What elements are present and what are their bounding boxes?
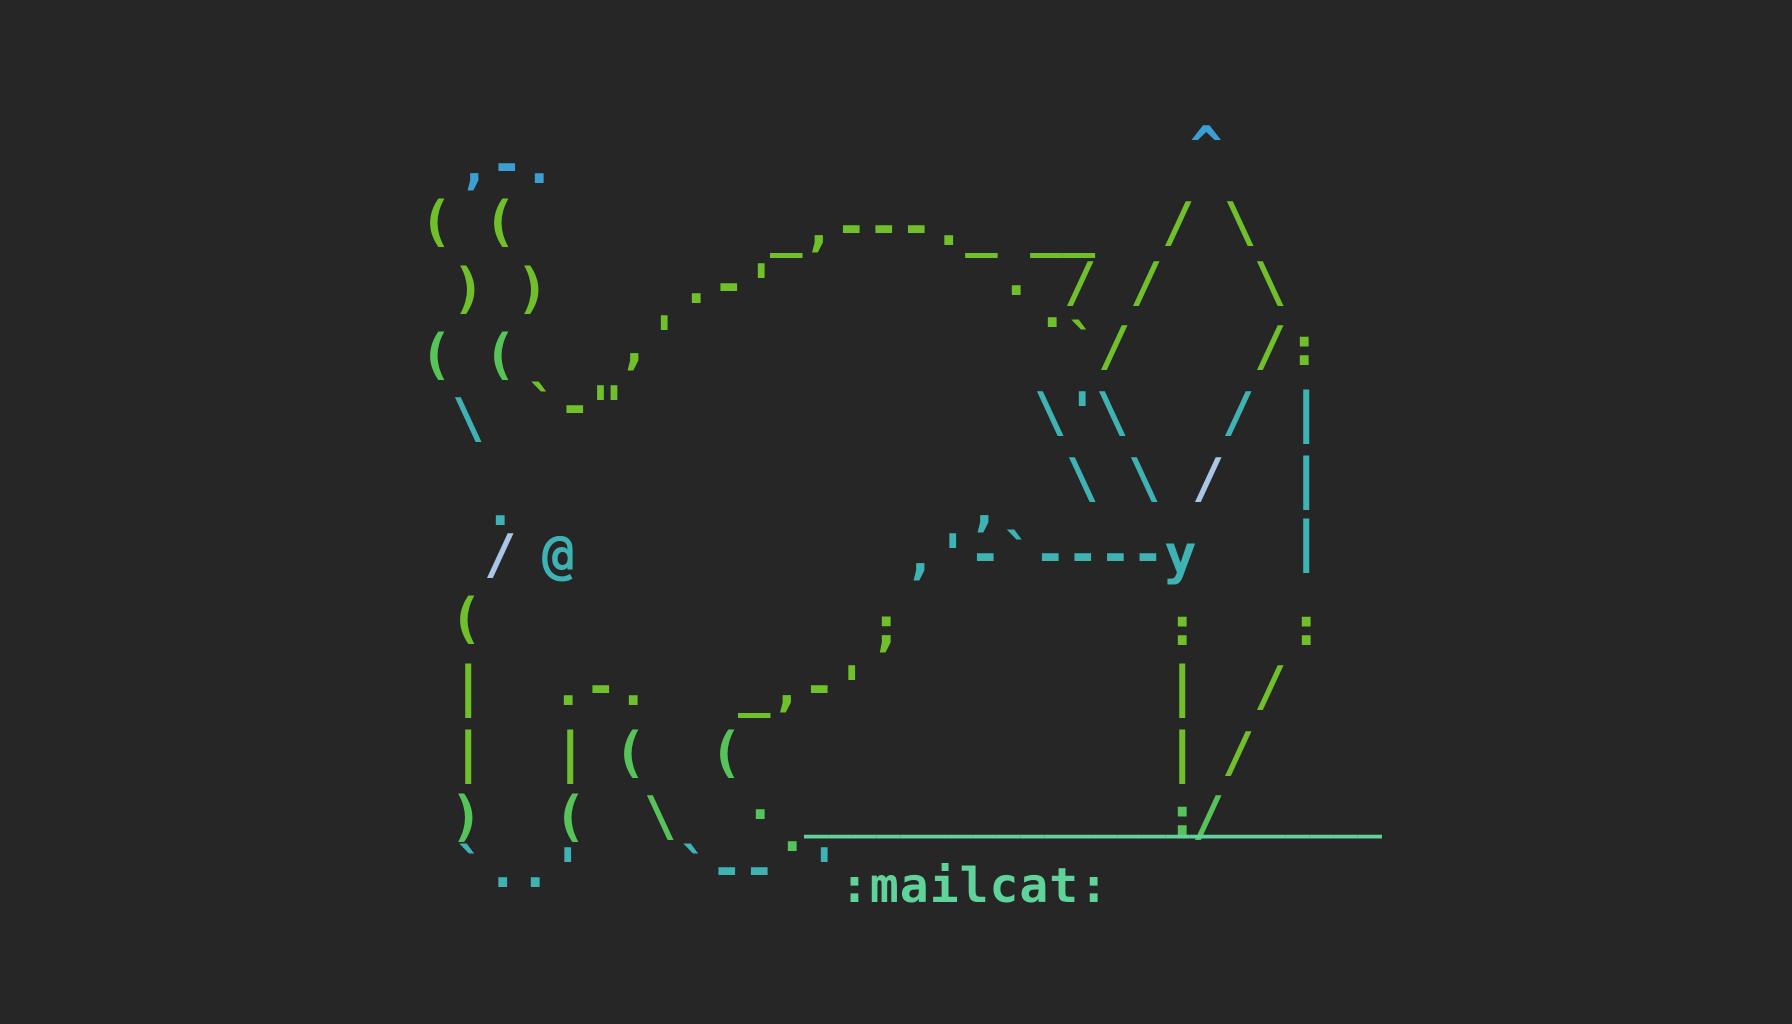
neck-backtick: ` [1066,313,1099,376]
face-slash-1: / [1064,251,1097,314]
face-slash-2: / [1098,315,1131,378]
tail-curl-2: ( [484,190,517,253]
collar-tag: @ [542,523,575,586]
caption: :mailcat: [840,858,1110,914]
back-apostrophe-1: ' [648,305,681,368]
back-comma: , [618,313,651,376]
paw-pipe: | [554,721,587,784]
head-right-1: / [1254,315,1287,378]
haunch-semicolon: ; [870,595,903,658]
whisker-2: \ [1096,381,1129,444]
head-pipe-1: | [1290,381,1323,444]
tail-base: \ [452,387,485,450]
ear-right-2: \ [1254,251,1287,314]
collar-slash: / [484,523,517,586]
tail-curl-3: ) [452,257,485,320]
box-side-1: / [1254,655,1287,718]
whisker-3: \ [1066,447,1099,510]
back-left: .-' [680,253,778,316]
head-pipe-2: | [1290,447,1323,510]
paw-paren-2: ( [554,785,587,848]
belly-line: ,'-`----y [904,523,1197,586]
tail-tip: ,-. [458,133,556,196]
ascii-art-canvas: ,-. ( ( ) ) ( ( \ `-" , ' .-' _,---._ __… [0,0,1792,1024]
box-colon-2: : [1290,595,1323,658]
ear-left-1: / [1162,191,1195,254]
paw-paren-1: ( [614,721,647,784]
tail-curl-6: ( [484,323,517,386]
whisker-4: \ [1128,447,1161,510]
paw-backslash: \ [644,785,677,848]
front-foot: `..' [454,837,585,900]
box-colon-1: : [1166,595,1199,658]
hind-foot: `-- ' [678,837,841,900]
chest-pipe-1: | [452,655,485,718]
box-pipe-1: | [1166,655,1199,718]
whisker-1: \ [1034,381,1067,444]
head-right-3: / [1192,447,1225,510]
hind-paren: ( [710,721,743,784]
ear-tip: ^ [1190,115,1223,178]
hind-dot-1: . [744,769,777,832]
ear-left-2: / [1130,251,1163,314]
box-side-2: / [1222,721,1255,784]
back-top: _,---._ __ [770,195,1096,258]
chest-pipe-2: | [452,721,485,784]
neck-dot: . [1000,245,1033,308]
hind-join: _,-' [738,655,869,718]
head-right-2: / [1222,381,1255,444]
chest-paren: ( [450,587,483,650]
head-pipe-3: | [1290,510,1323,573]
box-pipe-2: | [1166,721,1199,784]
ear-right-1: \ [1224,191,1257,254]
eye-apostrophe: ' [1066,381,1099,444]
tail-curl-5: ( [420,323,453,386]
box-floor: ________________________ [804,793,1382,839]
head-colon-1: : [1288,315,1321,378]
chest-close: ) [450,785,483,848]
tail-curl-1: ( [420,190,453,253]
tail-curl-4: ) [516,257,549,320]
paw-top: .-. [552,655,650,718]
tail-join: `-" [526,375,624,438]
